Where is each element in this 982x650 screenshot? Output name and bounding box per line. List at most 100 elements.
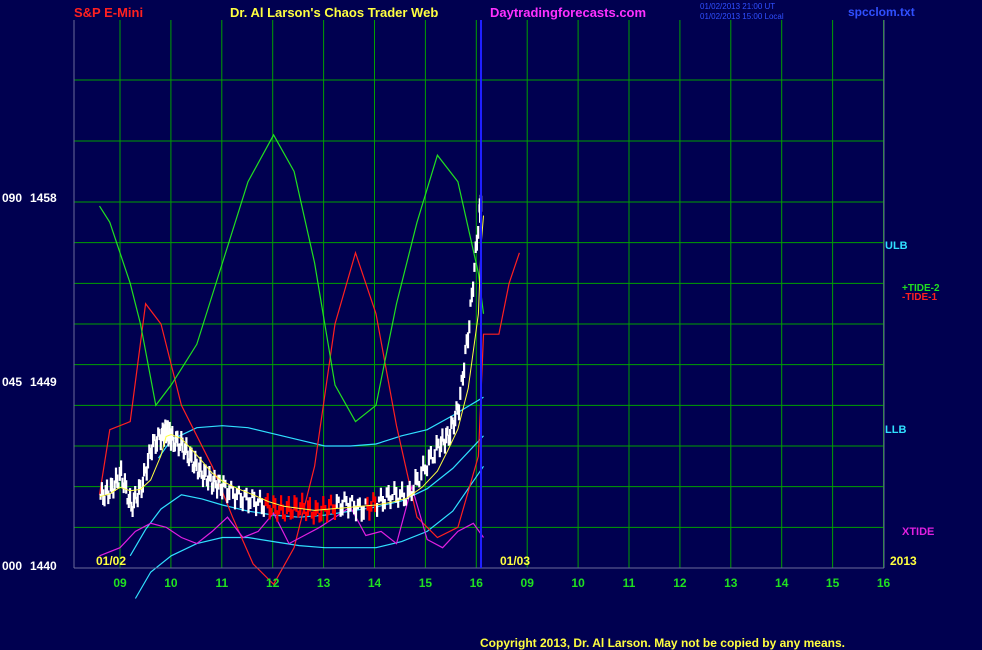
price-bar-19-4 xyxy=(322,496,325,511)
price-bar-26-2 xyxy=(425,465,429,477)
price-bar-14-4 xyxy=(245,487,248,501)
x-tick-1: 10 xyxy=(164,576,178,590)
price-bar-20-5 xyxy=(339,503,342,517)
price-bar-22-2 xyxy=(364,498,367,505)
date-label-mid: 01/03 xyxy=(500,554,530,568)
price-bar-17-4 xyxy=(291,509,294,519)
price-bar-20-2 xyxy=(333,504,336,520)
price-bar-17-3 xyxy=(289,508,292,520)
site-link[interactable]: Daytradingforecasts.com xyxy=(490,5,646,20)
y-label-deg-090: 090 xyxy=(2,191,22,205)
price-bar-4-5 xyxy=(146,453,150,469)
y-label-deg-000: 000 xyxy=(2,559,22,573)
price-bar-13-3 xyxy=(228,485,231,501)
price-bar-22-6 xyxy=(372,492,375,503)
timestamp-ut: 01/02/2013 21:00 UT xyxy=(700,2,775,11)
price-bar-15-3 xyxy=(258,489,262,503)
price-bar-24-4 xyxy=(399,489,402,500)
x-tick-15: 16 xyxy=(877,576,891,590)
x-tick-13: 14 xyxy=(775,576,789,590)
price-bar-22-7 xyxy=(374,496,377,513)
price-bar-24-0 xyxy=(391,494,394,501)
price-bar-22-0 xyxy=(360,506,363,522)
price-bar-26-3 xyxy=(427,449,430,466)
price-bar-0-3 xyxy=(103,496,106,507)
x-tick-8: 09 xyxy=(521,576,535,590)
tide1-label: -TIDE-1 xyxy=(902,292,937,303)
y-label-deg-045: 045 xyxy=(2,375,22,389)
year-label: 2013 xyxy=(890,554,917,568)
price-bar-13-2 xyxy=(226,488,229,504)
price-bar-19-5 xyxy=(324,505,327,512)
price-bar-13-1 xyxy=(224,479,227,489)
price-bar-19-6 xyxy=(326,509,329,523)
price-bar-22-1 xyxy=(362,505,365,520)
series-line-3 xyxy=(98,250,520,586)
price-bar-18-1 xyxy=(301,492,304,509)
price-bar-27-7 xyxy=(446,426,449,436)
x-tick-10: 11 xyxy=(623,576,636,590)
x-tick-3: 12 xyxy=(266,576,280,590)
price-bar-25-4 xyxy=(414,469,417,485)
price-bar-30-7 xyxy=(477,226,480,239)
price-bar-28-1 xyxy=(449,429,452,445)
price-bar-3-5 xyxy=(136,493,139,508)
llb-label: LLB xyxy=(885,424,906,436)
price-bar-16-3 xyxy=(274,498,277,515)
price-bar-16-5 xyxy=(278,505,281,515)
price-bar-29-1 xyxy=(459,386,462,400)
price-bar-5-4 xyxy=(155,436,158,452)
price-bar-26-7 xyxy=(435,435,438,451)
price-bar-22-4 xyxy=(368,504,371,521)
price-bar-15-2 xyxy=(257,498,260,506)
x-tick-6: 15 xyxy=(419,576,433,590)
price-bar-17-6 xyxy=(295,497,298,512)
price-bar-17-7 xyxy=(297,510,300,518)
price-bar-19-0 xyxy=(314,500,317,516)
y-label-price-1440: 1440 xyxy=(30,559,57,573)
price-bar-17-2 xyxy=(287,496,290,512)
price-bar-22-5 xyxy=(370,501,373,512)
price-bar-18-3 xyxy=(305,511,308,522)
price-bar-17-0 xyxy=(283,514,286,522)
price-bar-15-5 xyxy=(262,505,265,517)
chart-canvas: S&P E-Mini Dr. Al Larson's Chaos Trader … xyxy=(2,2,940,650)
price-bar-23-2 xyxy=(379,487,382,502)
series-line-0 xyxy=(157,396,484,459)
price-bar-13-7 xyxy=(235,488,238,501)
price-bar-16-4 xyxy=(276,510,279,522)
price-bar-24-3 xyxy=(397,497,400,508)
price-bar-29-7 xyxy=(466,332,470,349)
date-label-start: 01/02 xyxy=(96,554,126,568)
price-bar-30-0 xyxy=(468,320,471,334)
copyright-notice: Copyright 2013, Dr. Al Larson. May not b… xyxy=(480,636,845,650)
price-bar-20-4 xyxy=(337,496,340,504)
price-bar-18-4 xyxy=(306,500,310,516)
price-bar-2-4 xyxy=(125,480,128,494)
price-bar-26-6 xyxy=(433,449,436,464)
price-bar-26-5 xyxy=(431,457,434,464)
x-tick-labels: 09 10 11 12 13 14 15 16 09 10 11 12 13 14 15 16 xyxy=(113,576,890,590)
price-bar-25-7 xyxy=(420,466,423,481)
price-bar-23-1 xyxy=(377,496,381,503)
price-bar-21-1 xyxy=(347,502,350,519)
price-bar-21-6 xyxy=(356,498,359,510)
price-bar-16-6 xyxy=(280,495,283,511)
x-tick-5: 14 xyxy=(368,576,382,590)
price-bar-23-4 xyxy=(383,499,386,510)
price-bar-29-5 xyxy=(464,344,467,355)
price-bar-20-7 xyxy=(343,491,346,503)
price-bar-15-0 xyxy=(253,491,256,508)
x-tick-11: 12 xyxy=(673,576,687,590)
price-bar-20-0 xyxy=(329,494,333,506)
price-bar-13-5 xyxy=(232,486,235,499)
price-bar-26-0 xyxy=(422,455,425,472)
price-bar-25-6 xyxy=(418,480,421,488)
price-bar-23-5 xyxy=(385,487,388,498)
price-bar-26-1 xyxy=(424,464,427,475)
price-bar-23-6 xyxy=(387,485,390,501)
ulb-label: ULB xyxy=(885,240,908,252)
price-bar-8-2 xyxy=(173,442,176,452)
price-bar-14-1 xyxy=(239,492,242,509)
price-bar-19-3 xyxy=(320,505,323,522)
